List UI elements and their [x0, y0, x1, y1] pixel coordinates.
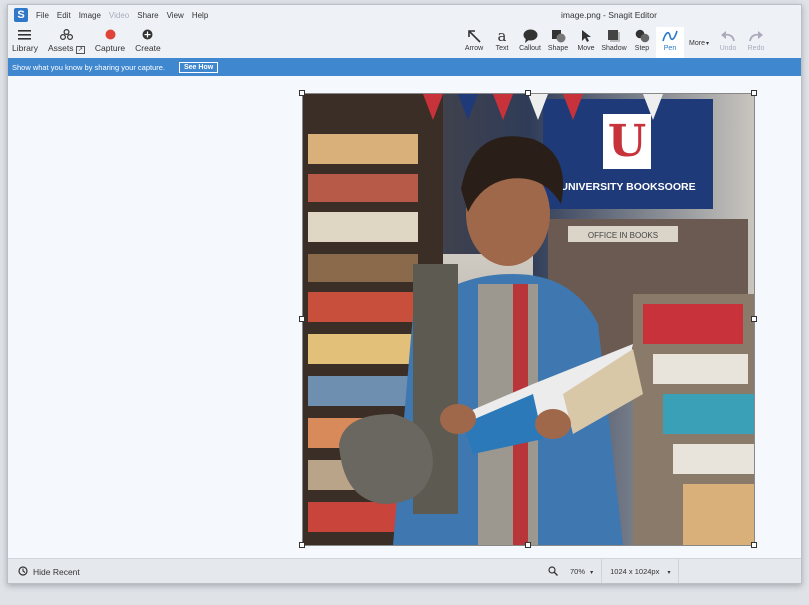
- hide-recent-label: Hide Recent: [33, 566, 80, 577]
- menu-file[interactable]: File: [36, 11, 49, 20]
- tool-shadow-label: Shadow: [601, 45, 627, 52]
- image-size-dropdown[interactable]: 1024 x 1024px ▾: [610, 567, 670, 576]
- bookstore-photo: U UNIVERSITY BOOKSOORE OFFICE IN BOOKS: [303, 94, 754, 545]
- menu-edit[interactable]: Edit: [57, 11, 71, 20]
- tool-more[interactable]: More ▾: [684, 27, 714, 59]
- chevron-down-icon: ▾: [705, 40, 709, 47]
- pen-squiggle-icon: [662, 27, 678, 45]
- tool-callout-label: Callout: [519, 45, 541, 52]
- zoom-icon[interactable]: [548, 565, 558, 578]
- tool-shadow[interactable]: Shadow: [600, 27, 628, 59]
- step-icon: [635, 27, 650, 45]
- assets-icon: [59, 27, 73, 42]
- resize-handle-bottom[interactable]: [525, 542, 531, 548]
- right-bookshelf: [633, 294, 754, 545]
- tool-pen-label: Pen: [663, 45, 677, 52]
- tool-move[interactable]: Move: [572, 27, 600, 59]
- capture-button[interactable]: Capture: [95, 27, 125, 53]
- tools-toolbar: Arrow a Text Callout Shape Move Shadow S…: [460, 27, 770, 59]
- callout-icon: [523, 27, 538, 45]
- tool-callout[interactable]: Callout: [516, 27, 544, 59]
- external-link-icon: ↗: [75, 46, 85, 54]
- undo-label: Undo: [719, 45, 737, 52]
- redo-label: Redo: [747, 45, 765, 52]
- resize-handle-top[interactable]: [525, 90, 531, 96]
- arrow-icon: [467, 27, 481, 45]
- store-sign: U UNIVERSITY BOOKSOORE: [543, 99, 713, 209]
- move-cursor-icon: [579, 27, 593, 45]
- sign-text: UNIVERSITY BOOKSOORE: [560, 181, 695, 193]
- library-label: Library: [12, 43, 38, 53]
- assets-button[interactable]: Assets ↗: [47, 27, 85, 54]
- menu-image[interactable]: Image: [79, 11, 101, 20]
- menu-view[interactable]: View: [167, 11, 184, 20]
- zoom-level-value: 70%: [570, 567, 586, 576]
- tool-shape-label: Shape: [547, 45, 569, 52]
- tool-arrow[interactable]: Arrow: [460, 27, 488, 59]
- menu-help[interactable]: Help: [192, 11, 208, 20]
- tool-shape[interactable]: Shape: [544, 27, 572, 59]
- editor-canvas[interactable]: U UNIVERSITY BOOKSOORE OFFICE IN BOOKS: [8, 76, 801, 558]
- shape-icon: [551, 27, 566, 45]
- banner-text: Show what you know by sharing your captu…: [12, 62, 165, 72]
- resize-handle-top-left[interactable]: [299, 90, 305, 96]
- create-button[interactable]: Create: [135, 27, 161, 53]
- left-toolbar: Library Assets ↗ Capture Create: [12, 27, 171, 54]
- zoom-level-dropdown[interactable]: 70% ▾: [570, 567, 593, 576]
- shadow-icon: [607, 27, 621, 45]
- snagit-app-icon[interactable]: S: [14, 8, 28, 22]
- tool-text-label: Text: [495, 45, 509, 52]
- undo-icon: [720, 27, 736, 45]
- menu-share[interactable]: Share: [137, 11, 158, 20]
- hide-recent-button[interactable]: Hide Recent: [18, 565, 80, 578]
- chevron-down-icon: ▾: [667, 570, 671, 576]
- resize-handle-left[interactable]: [299, 316, 305, 322]
- window-title: image.png - Snagit Editor: [561, 10, 657, 20]
- create-label: Create: [135, 43, 161, 53]
- redo-icon: [748, 27, 764, 45]
- library-button[interactable]: Library: [12, 27, 38, 53]
- record-icon: [105, 27, 116, 42]
- chevron-down-icon: ▾: [590, 570, 594, 576]
- plus-circle-icon: [142, 27, 153, 42]
- tool-pen[interactable]: Pen: [656, 27, 684, 59]
- captured-image[interactable]: U UNIVERSITY BOOKSOORE OFFICE IN BOOKS: [302, 93, 755, 546]
- redo-button[interactable]: Redo: [742, 27, 770, 59]
- menu-video: Video: [108, 10, 130, 20]
- hamburger-icon: [18, 27, 32, 42]
- svg-text:U: U: [608, 116, 646, 167]
- status-divider: [601, 559, 603, 583]
- status-bar: Hide Recent 70% ▾ 1024 x 1024px ▾: [8, 558, 801, 583]
- tool-step[interactable]: Step: [628, 27, 656, 59]
- shelf-label-text: OFFICE IN BOOKS: [588, 231, 658, 240]
- assets-label: Assets ↗: [47, 43, 85, 54]
- menu-bar: S File Edit Image Video Share View Help: [8, 5, 801, 25]
- share-banner: Show what you know by sharing your captu…: [8, 58, 801, 76]
- see-how-button[interactable]: See How: [179, 61, 219, 73]
- resize-handle-bottom-right[interactable]: [751, 542, 757, 548]
- tool-text[interactable]: a Text: [488, 27, 516, 59]
- resize-handle-right[interactable]: [751, 316, 757, 322]
- tool-step-label: Step: [634, 45, 650, 52]
- resize-handle-bottom-left[interactable]: [299, 542, 305, 548]
- tool-move-label: Move: [577, 45, 595, 52]
- snagit-editor-window: S File Edit Image Video Share View Help …: [7, 4, 802, 584]
- status-right: 70% ▾ 1024 x 1024px ▾: [548, 559, 687, 583]
- capture-label: Capture: [94, 43, 126, 53]
- undo-button[interactable]: Undo: [714, 27, 742, 59]
- tool-arrow-label: Arrow: [464, 45, 484, 52]
- status-divider: [678, 559, 680, 583]
- image-size-value: 1024 x 1024px: [610, 567, 660, 576]
- resize-handle-top-right[interactable]: [751, 90, 757, 96]
- tool-more-label: More: [689, 39, 705, 47]
- text-icon: a: [497, 27, 507, 45]
- history-icon: [18, 565, 28, 578]
